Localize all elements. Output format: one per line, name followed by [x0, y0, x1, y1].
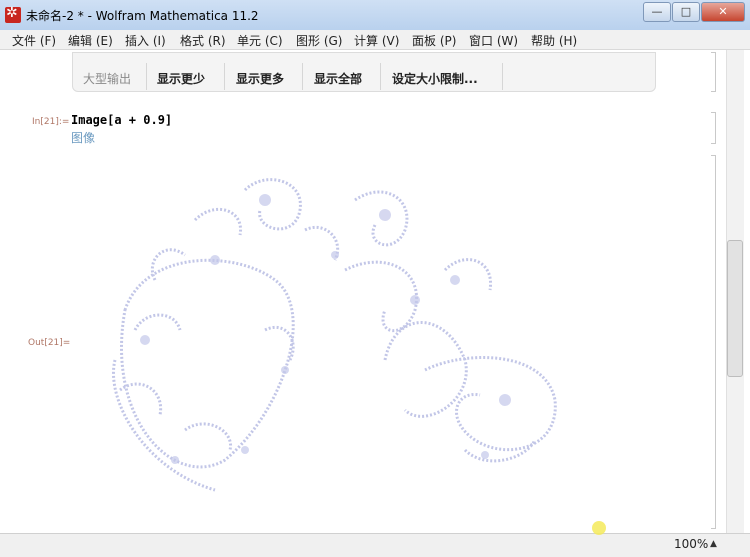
- input-cell-label: In[21]:=: [32, 117, 70, 127]
- toolbar-cell-bracket[interactable]: [711, 52, 716, 92]
- fractal-pattern: [112, 178, 557, 492]
- mathematica-app-icon[interactable]: [5, 5, 21, 23]
- menu-format[interactable]: 格式 (R): [180, 32, 226, 49]
- julia-set-fractal-image[interactable]: [85, 160, 575, 500]
- menu-help[interactable]: 帮助 (H): [531, 32, 577, 49]
- maximize-button[interactable]: □: [672, 2, 700, 22]
- close-button[interactable]: ✕: [701, 2, 745, 22]
- mouse-cursor-highlight: [592, 521, 606, 535]
- minimize-button[interactable]: —: [643, 2, 671, 22]
- output-cell-bracket[interactable]: [711, 155, 716, 529]
- toolbar-divider: [302, 63, 303, 90]
- large-output-toolbar: 大型输出 显示更少 显示更多 显示全部 设定大小限制...: [72, 52, 656, 92]
- show-all-button[interactable]: 显示全部: [314, 70, 362, 87]
- toolbar-divider: [224, 63, 225, 90]
- set-size-limit-button[interactable]: 设定大小限制...: [392, 70, 478, 87]
- menu-evaluation[interactable]: 计算 (V): [354, 32, 399, 49]
- title-bar: 未命名-2 * - Wolfram Mathematica 11.2 — □ ✕: [0, 0, 750, 31]
- scrollbar-thumb[interactable]: [727, 240, 743, 377]
- toolbar-divider: [146, 63, 147, 90]
- toolbar-divider: [502, 63, 503, 90]
- output-cell-label: Out[21]=: [28, 338, 71, 348]
- window-title: 未命名-2 * - Wolfram Mathematica 11.2: [26, 9, 259, 23]
- menu-insert[interactable]: 插入 (I): [125, 32, 166, 49]
- zoom-menu-arrow-icon[interactable]: ▲: [710, 539, 717, 549]
- menu-graphics[interactable]: 图形 (G): [296, 32, 342, 49]
- menu-bar: 文件 (F) 编辑 (E) 插入 (I) 格式 (R) 单元 (C) 图形 (G…: [0, 30, 750, 50]
- show-less-button[interactable]: 显示更少: [157, 70, 205, 87]
- menu-cell[interactable]: 单元 (C): [237, 32, 283, 49]
- input-type-hint: 图像: [71, 131, 96, 145]
- menu-file[interactable]: 文件 (F): [12, 32, 56, 49]
- large-output-label: 大型输出: [83, 72, 132, 86]
- menu-palettes[interactable]: 面板 (P): [412, 32, 456, 49]
- menu-edit[interactable]: 编辑 (E): [68, 32, 113, 49]
- status-bar: [0, 533, 750, 557]
- zoom-level[interactable]: 100%: [674, 537, 708, 551]
- toolbar-divider: [380, 63, 381, 90]
- show-more-button[interactable]: 显示更多: [236, 70, 284, 87]
- input-code[interactable]: Image[a + 0.9]: [71, 113, 172, 127]
- menu-window[interactable]: 窗口 (W): [469, 32, 518, 49]
- input-cell-bracket[interactable]: [711, 112, 716, 144]
